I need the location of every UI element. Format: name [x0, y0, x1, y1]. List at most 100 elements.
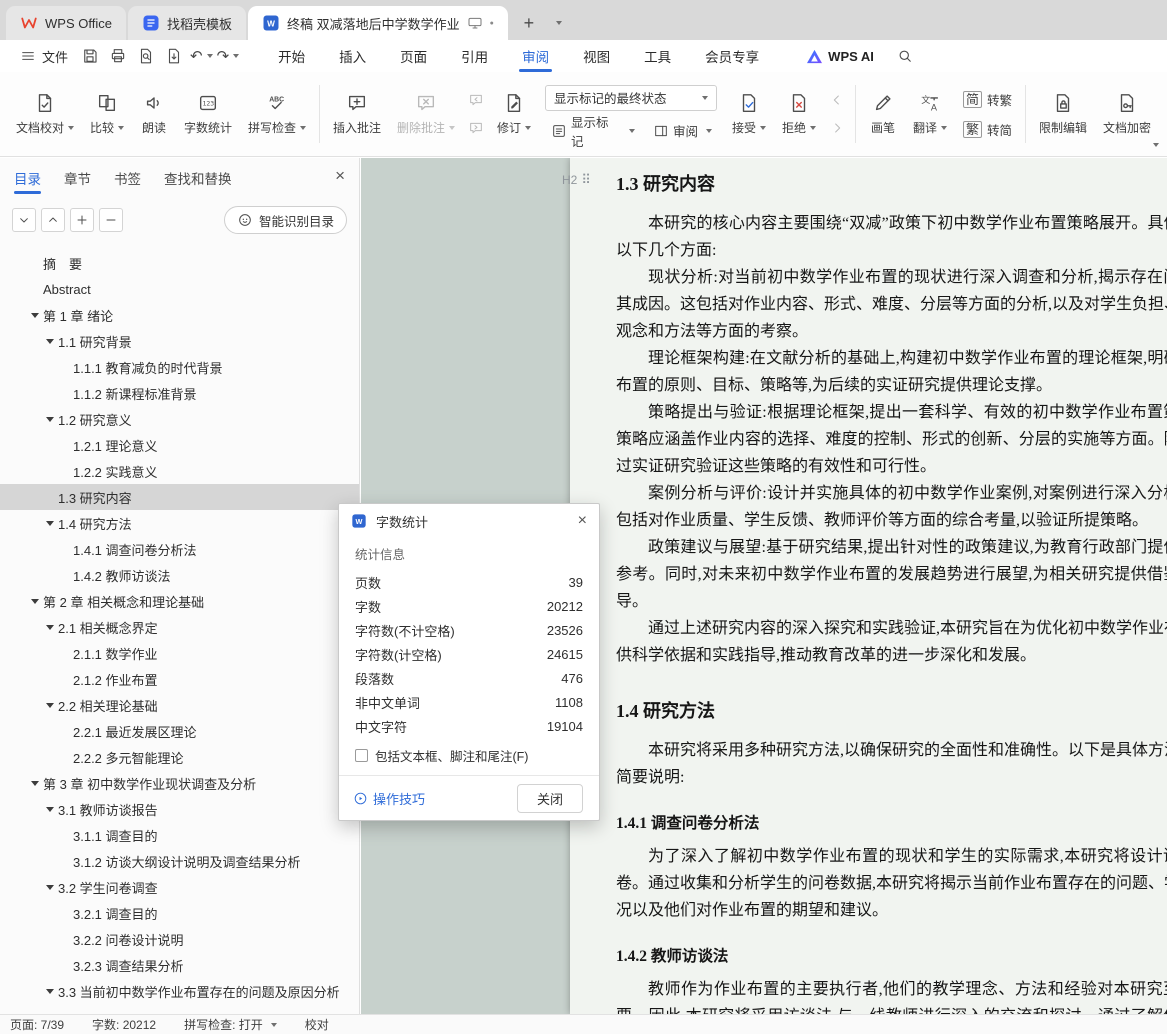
redo-button[interactable]: ↷: [217, 47, 240, 65]
toc-item[interactable]: 3.1 教师访谈报告: [0, 796, 359, 822]
print-preview-button[interactable]: [133, 44, 159, 68]
close-pane-button[interactable]: ×: [335, 166, 345, 186]
toc-item[interactable]: 2.2 相关理论基础: [0, 692, 359, 718]
toc-item[interactable]: 1.2 研究意义: [0, 406, 359, 432]
sidebar-tab-1[interactable]: 章节: [64, 158, 91, 198]
track-changes-button[interactable]: 修订: [489, 87, 539, 141]
menu-tab-6[interactable]: 工具: [627, 40, 688, 72]
menu-tab-7[interactable]: 会员专享: [688, 40, 776, 72]
export-pdf-button[interactable]: [161, 44, 187, 68]
toc-item[interactable]: 3.2.1 调查目的: [0, 900, 359, 926]
menu-tab-3[interactable]: 引用: [444, 40, 505, 72]
proofread-indicator[interactable]: 校对: [305, 1016, 329, 1033]
checkbox-icon[interactable]: [355, 749, 368, 762]
heading-marker[interactable]: H2 ⠿: [562, 172, 591, 188]
markup-state-select[interactable]: 显示标记的最终状态: [545, 84, 717, 111]
toc-item[interactable]: 2.2.2 多元智能理论: [0, 744, 359, 770]
expand-caret-icon[interactable]: [30, 312, 39, 318]
dialog-close-button[interactable]: ×: [578, 512, 587, 530]
toc-item[interactable]: 1.2.1 理论意义: [0, 432, 359, 458]
spellcheck-indicator[interactable]: 拼写检查: 打开: [184, 1016, 277, 1033]
reject-button[interactable]: 拒绝: [774, 87, 824, 141]
next-comment-button[interactable]: [465, 118, 487, 138]
sidebar-tab-2[interactable]: 书签: [114, 158, 141, 198]
to-simplified-button[interactable]: 繁 转简: [959, 118, 1016, 141]
print-button[interactable]: [105, 44, 131, 68]
ribbon-collapse-button[interactable]: [1149, 134, 1159, 152]
new-tab-button[interactable]: +: [516, 10, 542, 36]
tab-wps-office[interactable]: WPS Office: [6, 6, 126, 40]
prev-revision-button[interactable]: [826, 90, 848, 110]
close-dialog-button[interactable]: 关闭: [517, 783, 583, 813]
toc-item[interactable]: 2.1 相关概念界定: [0, 614, 359, 640]
toc-item[interactable]: 3.3.1 现状及存在的问题: [0, 1004, 359, 1006]
toc-item[interactable]: 1.3 研究内容: [0, 484, 359, 510]
tab-list-button[interactable]: [544, 10, 570, 36]
compare-button[interactable]: 比较: [82, 87, 132, 141]
expand-caret-icon[interactable]: [45, 884, 54, 890]
menu-tab-4[interactable]: 审阅: [505, 40, 566, 72]
pen-button[interactable]: 画笔: [861, 87, 905, 141]
page-indicator[interactable]: 页面: 7/39: [10, 1016, 64, 1033]
document-page[interactable]: H2 ⠿ 1.3 研究内容 本研究的核心内容主要围绕“双减”政策下初中数学作业布置…: [562, 158, 1167, 1014]
review-pane-button[interactable]: 审阅: [647, 118, 718, 144]
toc-item[interactable]: 1.1.2 新课程标准背景: [0, 380, 359, 406]
read-aloud-button[interactable]: 朗读: [132, 87, 176, 141]
toc-item[interactable]: 摘 要: [0, 250, 359, 276]
toc-item[interactable]: 1.4.1 调查问卷分析法: [0, 536, 359, 562]
encrypt-button[interactable]: 文档加密: [1095, 87, 1159, 141]
menu-tab-2[interactable]: 页面: [383, 40, 444, 72]
spell-check-button[interactable]: ABC 拼写检查: [240, 87, 314, 141]
expand-all-button[interactable]: [41, 208, 65, 232]
toc-item[interactable]: 第 3 章 初中数学作业现状调查及分析: [0, 770, 359, 796]
prev-comment-button[interactable]: [465, 90, 487, 110]
menu-tab-1[interactable]: 插入: [322, 40, 383, 72]
dialog-titlebar[interactable]: W 字数统计 ×: [339, 504, 599, 538]
menu-tab-0[interactable]: 开始: [261, 40, 322, 72]
expand-caret-icon[interactable]: [45, 624, 54, 630]
smart-toc-button[interactable]: 智能识别目录: [223, 206, 347, 234]
search-button[interactable]: [896, 47, 914, 65]
toc-item[interactable]: 2.1.2 作业布置: [0, 666, 359, 692]
toc-item[interactable]: 3.1.2 访谈大纲设计说明及调查结果分析: [0, 848, 359, 874]
toc-item[interactable]: 3.2 学生问卷调查: [0, 874, 359, 900]
toc-item[interactable]: 1.1 研究背景: [0, 328, 359, 354]
show-markup-button[interactable]: 显示标记: [545, 116, 641, 149]
toc-item[interactable]: 第 2 章 相关概念和理论基础: [0, 588, 359, 614]
file-menu-button[interactable]: 文件: [12, 40, 76, 72]
toc-item[interactable]: 3.2.2 问卷设计说明: [0, 926, 359, 952]
zoom-in-button[interactable]: [70, 208, 94, 232]
toc-item[interactable]: 3.1.1 调查目的: [0, 822, 359, 848]
toc-item[interactable]: 3.2.3 调查结果分析: [0, 952, 359, 978]
collapse-all-button[interactable]: [12, 208, 36, 232]
restrict-edit-button[interactable]: 限制编辑: [1031, 87, 1095, 141]
tab-document[interactable]: W 终稿 双减落地后中学数学作业 ●: [247, 6, 508, 40]
expand-caret-icon[interactable]: [30, 780, 39, 786]
to-traditional-button[interactable]: 简 转繁: [959, 88, 1016, 111]
toc-item[interactable]: 1.2.2 实践意义: [0, 458, 359, 484]
save-button[interactable]: [77, 44, 103, 68]
toc-item[interactable]: 3.3 当前初中数学作业布置存在的问题及原因分析: [0, 978, 359, 1004]
toc-item[interactable]: 1.4 研究方法: [0, 510, 359, 536]
include-footnotes-option[interactable]: 包括文本框、脚注和尾注(F): [355, 746, 583, 765]
tips-link[interactable]: 操作技巧: [353, 789, 425, 808]
toc-item[interactable]: 2.1.1 数学作业: [0, 640, 359, 666]
toc-item[interactable]: Abstract: [0, 276, 359, 302]
menu-tab-5[interactable]: 视图: [566, 40, 627, 72]
expand-caret-icon[interactable]: [45, 702, 54, 708]
word-count-button[interactable]: 123 字数统计: [176, 87, 240, 141]
proofread-button[interactable]: 文档校对: [8, 87, 82, 141]
toc-item[interactable]: 1.4.2 教师访谈法: [0, 562, 359, 588]
next-revision-button[interactable]: [826, 118, 848, 138]
toc-item[interactable]: 1.1.1 教育减负的时代背景: [0, 354, 359, 380]
tab-docer-templates[interactable]: 找稻壳模板: [127, 6, 246, 40]
undo-button[interactable]: ↶: [190, 47, 213, 65]
sidebar-tab-3[interactable]: 查找和替换: [164, 158, 232, 198]
sidebar-tab-0[interactable]: 目录: [14, 158, 41, 198]
wps-ai-button[interactable]: WPS AI: [806, 49, 874, 64]
expand-caret-icon[interactable]: [30, 598, 39, 604]
expand-caret-icon[interactable]: [45, 806, 54, 812]
zoom-out-button[interactable]: [99, 208, 123, 232]
word-count-indicator[interactable]: 字数: 20212: [92, 1016, 156, 1033]
expand-caret-icon[interactable]: [45, 338, 54, 344]
